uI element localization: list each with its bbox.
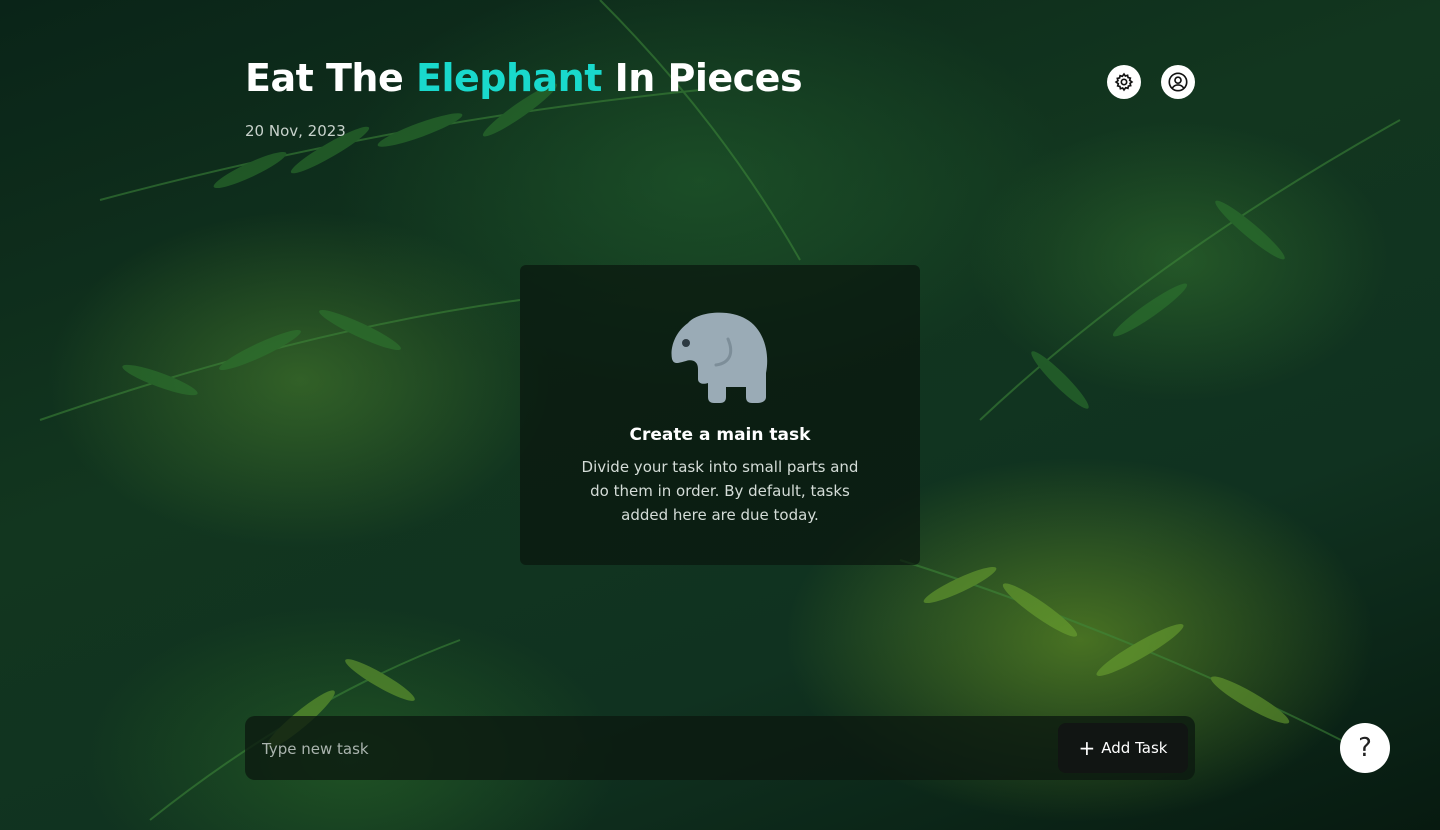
gear-icon	[1114, 72, 1134, 92]
plus-icon: +	[1078, 736, 1096, 760]
empty-state-description: Divide your task into small parts and do…	[581, 458, 859, 524]
settings-button[interactable]	[1107, 65, 1141, 99]
new-task-bar: + Add Task	[245, 716, 1195, 780]
add-task-button[interactable]: + Add Task	[1058, 723, 1188, 773]
help-button[interactable]: ?	[1340, 723, 1390, 773]
new-task-input[interactable]	[260, 732, 1024, 766]
user-circle-icon	[1168, 72, 1188, 92]
title-part-2: In Pieces	[601, 56, 803, 100]
add-task-label: Add Task	[1101, 739, 1168, 757]
elephant-icon	[671, 312, 768, 403]
page-title: Eat The Elephant In Pieces	[245, 56, 803, 100]
empty-state-title: Create a main task	[629, 425, 811, 445]
title-part-1: Eat The	[245, 56, 416, 100]
current-date: 20 Nov, 2023	[245, 122, 346, 140]
profile-button[interactable]	[1161, 65, 1195, 99]
empty-state-card: Create a main task Divide your task into…	[520, 265, 920, 565]
title-accent: Elephant	[415, 56, 602, 100]
